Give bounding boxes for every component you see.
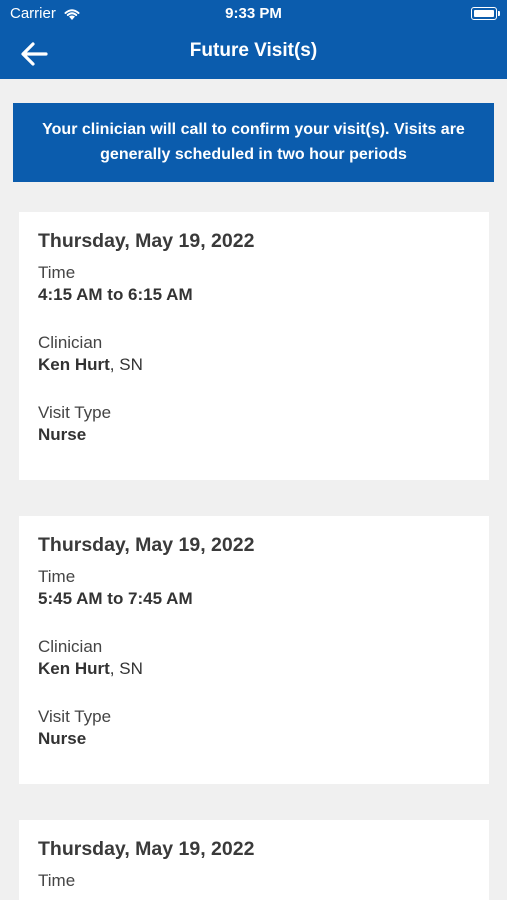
page-title: Future Visit(s) — [189, 40, 318, 61]
visit-type-label: Visit Type — [38, 707, 112, 726]
time-label: Time — [38, 567, 76, 586]
clinician-value: Ken Hurt, SN — [38, 354, 470, 376]
clinician-name: Ken Hurt — [38, 355, 110, 374]
visit-type: Nurse — [38, 425, 87, 444]
visit-date: Thursday, May 19, 2022 — [38, 230, 255, 252]
nav-bar: Future Visit(s) — [0, 30, 507, 79]
visit-card[interactable]: Thursday, May 19, 2022 Time — [19, 820, 489, 900]
time-label: Time — [38, 263, 76, 282]
clinician-value: Ken Hurt, SN — [38, 658, 470, 680]
battery-icon — [471, 7, 500, 20]
visit-card[interactable]: Thursday, May 19, 2022 Time 5:45 AM to 7… — [19, 516, 489, 784]
clinician-role: , SN — [109, 355, 143, 374]
clinician-name: Ken Hurt — [38, 659, 110, 678]
time-label: Time — [38, 871, 76, 890]
status-time: 9:33 PM — [225, 5, 282, 22]
info-banner: Your clinician will call to confirm your… — [13, 103, 494, 182]
visit-card[interactable]: Thursday, May 19, 2022 Time 4:15 AM to 6… — [19, 212, 489, 480]
visit-type-label: Visit Type — [38, 403, 112, 422]
visit-date: Thursday, May 19, 2022 — [38, 534, 255, 556]
status-bar: Carrier 9:33 PM — [0, 0, 507, 30]
visit-time: 5:45 AM to 7:45 AM — [38, 589, 193, 608]
visit-time: 4:15 AM to 6:15 AM — [38, 285, 193, 304]
clinician-label: Clinician — [38, 637, 103, 656]
visit-date: Thursday, May 19, 2022 — [38, 838, 255, 860]
clinician-role: , SN — [109, 659, 143, 678]
clinician-label: Clinician — [38, 333, 103, 352]
visit-type: Nurse — [38, 729, 87, 748]
